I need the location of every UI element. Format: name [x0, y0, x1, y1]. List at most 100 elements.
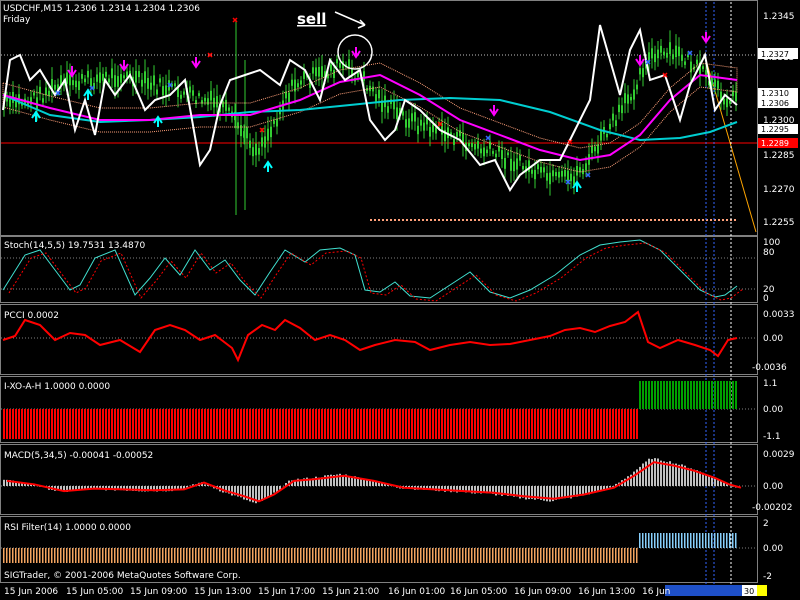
candle-body — [606, 134, 608, 138]
candle-body — [165, 85, 167, 97]
rsi-panel[interactable]: RSI Filter(14) 1.0000 0.0000 SIGTrader, … — [1, 519, 783, 582]
candle-body — [105, 71, 107, 77]
ixo-bar-negative — [87, 409, 89, 439]
ixo-bar-negative — [429, 409, 431, 439]
candle-body — [597, 144, 599, 154]
ixo-bar-negative — [135, 409, 137, 439]
candle-body — [654, 53, 656, 63]
rsi-bar — [231, 548, 233, 563]
rsi-bar — [225, 548, 227, 563]
pcci-tick-bottom: -0.0036 — [752, 363, 787, 373]
ixo-bar-negative — [213, 409, 215, 439]
ixo-bar-positive — [702, 381, 704, 409]
rsi-bar — [591, 548, 593, 563]
ixo-bar-negative — [627, 409, 629, 439]
candle-body — [609, 123, 611, 130]
rsi-bar — [219, 548, 221, 563]
ixo-bar-negative — [312, 409, 314, 439]
candle-body — [705, 70, 707, 79]
ixo-bar-negative — [456, 409, 458, 439]
rsi-bar — [198, 548, 200, 563]
ixo-bar-negative — [471, 409, 473, 439]
sell-signal-icon — [191, 57, 201, 69]
rsi-bar — [366, 548, 368, 563]
price-panel[interactable]: sell USDCHF,M15 1.2306 1.2314 1.2304 1.2… — [1, 2, 757, 584]
ixo-bar-negative — [606, 409, 608, 439]
rsi-label: RSI Filter(14) 1.0000 0.0000 — [4, 523, 131, 533]
stochastic-panel[interactable]: Stoch(14,5,5) 19.7531 13.4870 100 80 20 … — [1, 238, 780, 304]
rsi-bar — [159, 548, 161, 563]
rsi-bar — [57, 548, 59, 563]
candle-body — [96, 74, 98, 82]
ixo-bar-negative — [240, 409, 242, 439]
rsi-bar — [138, 548, 140, 563]
ixo-bar-negative — [486, 409, 488, 439]
time-label: 15 Jun 21:00 — [322, 587, 379, 597]
ixo-bar-negative — [327, 409, 329, 439]
candle-body — [492, 151, 494, 154]
macd-bar — [687, 467, 689, 486]
candle-body — [549, 172, 551, 185]
candle-body — [303, 71, 305, 79]
rsi-tick-zero: 0.00 — [763, 544, 783, 554]
rsi-bar — [336, 548, 338, 563]
stoch-tick-100: 100 — [763, 238, 780, 248]
rsi-bar — [525, 548, 527, 563]
ixo-bar-negative — [177, 409, 179, 439]
rsi-bar — [342, 548, 344, 563]
candle-body — [504, 158, 506, 169]
ixo-bar-negative — [39, 409, 41, 439]
trading-chart[interactable]: sell USDCHF,M15 1.2306 1.2314 1.2304 1.2… — [0, 0, 800, 600]
time-label: 16 Jun 09:00 — [514, 587, 571, 597]
ixo-bar-negative — [276, 409, 278, 439]
macd-panel[interactable]: MACD(5,34,5) -0.00041 -0.00052 0.0029 0.… — [1, 450, 795, 513]
ixo-bar-negative — [105, 409, 107, 439]
ixo-bar-negative — [594, 409, 596, 439]
rsi-bar — [603, 548, 605, 563]
rsi-bar — [582, 548, 584, 563]
candle-body — [651, 48, 653, 59]
candle-body — [261, 137, 263, 147]
rsi-bar — [258, 548, 260, 563]
ixo-bar-negative — [399, 409, 401, 439]
candle-body — [255, 143, 257, 156]
stoch-tick-80: 80 — [763, 248, 775, 258]
candle-body — [108, 78, 110, 83]
rsi-bar — [504, 548, 506, 563]
ixo-bar-negative — [372, 409, 374, 439]
rsi-bar — [189, 548, 191, 563]
ixo-bar-negative — [492, 409, 494, 439]
ixo-panel[interactable]: I-XO-A-H 1.0000 0.0000 1.1 0.00 -1.1 — [1, 379, 783, 442]
macd-bar — [273, 486, 275, 493]
price-tag-2: 1.2310 — [761, 89, 789, 98]
candle-body — [264, 136, 266, 148]
candle-body — [600, 131, 602, 141]
rsi-bar-positive — [705, 533, 707, 548]
rsi-bar — [636, 548, 638, 563]
rsi-tick-bottom: -2 — [763, 572, 772, 582]
rsi-bar — [135, 548, 137, 563]
ixo-bar-negative — [195, 409, 197, 439]
ixo-bar-negative — [501, 409, 503, 439]
ixo-bar-negative — [294, 409, 296, 439]
rsi-bar — [534, 548, 536, 563]
ixo-bar-negative — [255, 409, 257, 439]
rsi-tick-top: 2 — [763, 519, 769, 529]
ixo-bar-negative — [588, 409, 590, 439]
candle-body — [318, 67, 320, 77]
rsi-bar — [117, 548, 119, 563]
candle-body — [528, 160, 530, 172]
ixo-bar-negative — [345, 409, 347, 439]
rsi-bar — [630, 548, 632, 563]
candle-body — [312, 67, 314, 74]
ixo-bar-negative — [60, 409, 62, 439]
rsi-bar — [102, 548, 104, 563]
candle-body — [624, 93, 626, 104]
candle-body — [489, 141, 491, 149]
candle-body — [612, 113, 614, 121]
rsi-bar — [552, 548, 554, 563]
time-label: 16 Jun 13:00 — [578, 587, 635, 597]
ixo-bar-negative — [243, 409, 245, 439]
rsi-bar — [627, 548, 629, 563]
pcci-panel[interactable]: PCCI 0.0002 0.0033 0.00 -0.0036 — [1, 310, 795, 373]
